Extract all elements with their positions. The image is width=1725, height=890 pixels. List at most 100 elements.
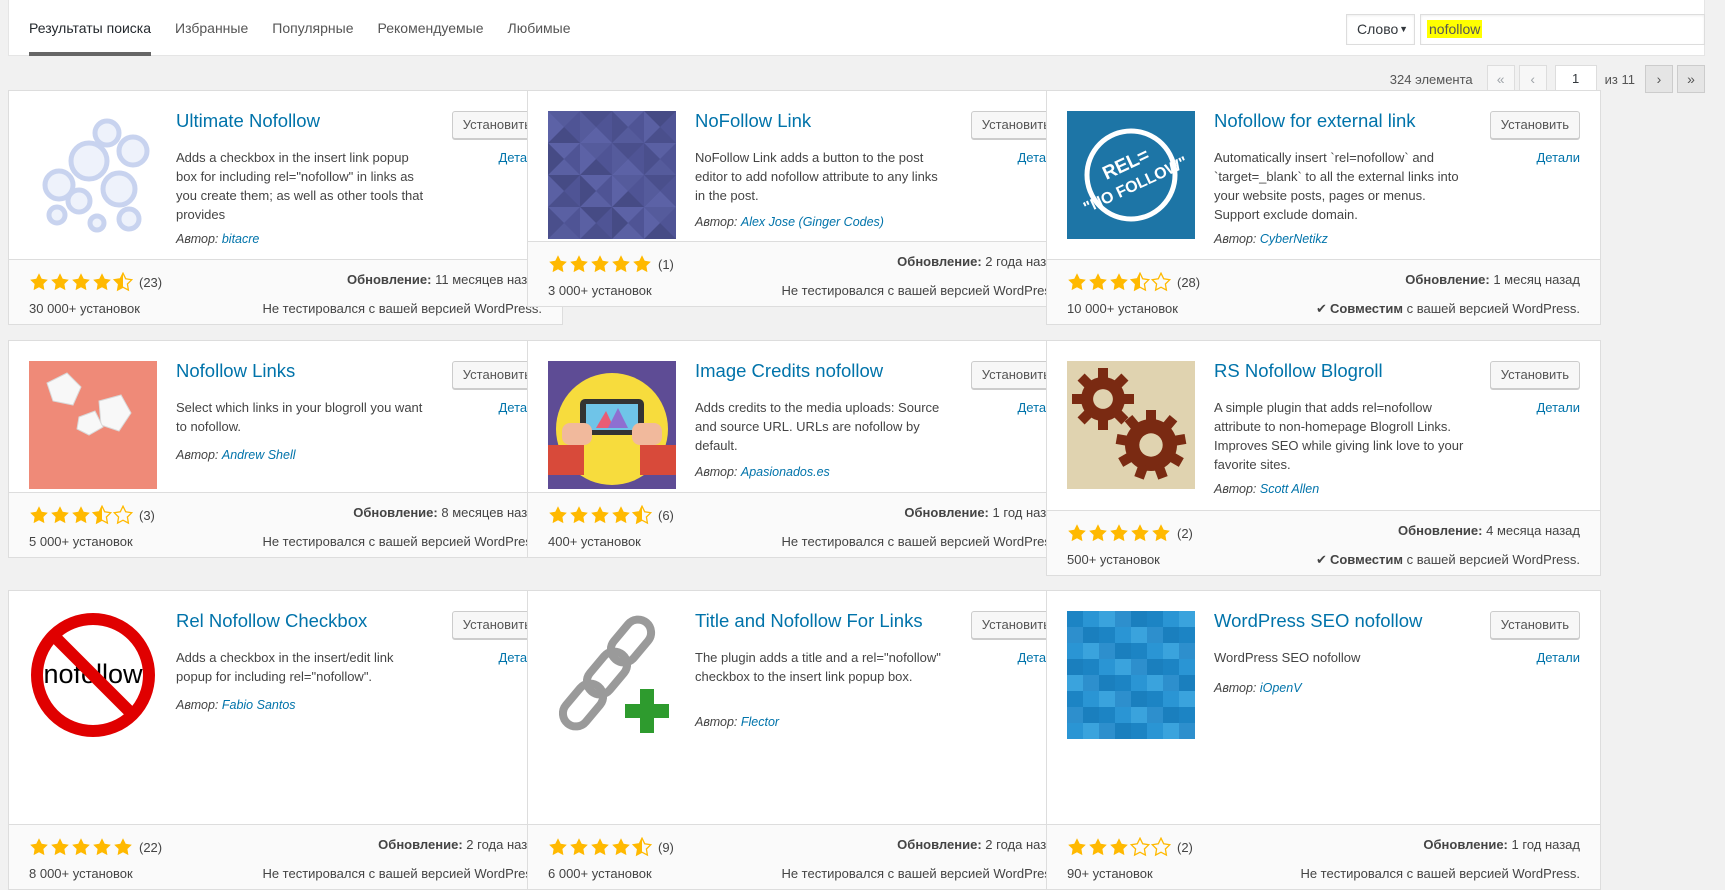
updated-value: 11 месяцев назад	[435, 272, 542, 287]
blue-tiles-icon[interactable]	[1067, 611, 1195, 739]
author-link[interactable]: bitacre	[222, 232, 260, 246]
plugin-author: Автор: Andrew Shell	[176, 448, 296, 462]
plugin-title[interactable]: Rel Nofollow Checkbox	[176, 609, 406, 633]
tab-popular[interactable]: Популярные	[272, 0, 353, 56]
last-updated: Обновление: 2 года назад	[378, 837, 542, 852]
compatible-rest: с вашей версией WordPress.	[1406, 552, 1580, 567]
last-page-button[interactable]: »	[1677, 65, 1705, 93]
rating-stars	[548, 254, 653, 274]
author-prefix: Автор:	[176, 448, 219, 462]
last-updated: Обновление: 1 месяц назад	[1405, 272, 1580, 287]
plugin-rating: (2)	[1067, 523, 1193, 543]
tab-recommended[interactable]: Рекомендуемые	[378, 0, 484, 56]
plugin-card: WordPress SEO nofollow Установить Детали…	[1046, 590, 1601, 890]
author-link[interactable]: Andrew Shell	[222, 448, 296, 462]
details-link[interactable]: Детали	[1537, 400, 1581, 415]
active-installs: 400+ установок	[548, 534, 641, 549]
plugin-card: nofollow Rel Nofollow Checkbox Установит…	[8, 590, 563, 890]
star-full-icon	[1068, 838, 1086, 856]
crumpled-paper-icon[interactable]	[29, 361, 157, 489]
plugin-rating: (28)	[1067, 272, 1200, 292]
author-link[interactable]: Scott Allen	[1260, 482, 1319, 496]
plugin-title[interactable]: Nofollow Links	[176, 359, 406, 383]
updated-value: 1 месяц назад	[1493, 272, 1580, 287]
active-installs: 10 000+ установок	[1067, 301, 1178, 316]
geometric-pattern-icon[interactable]	[548, 111, 676, 239]
author-link[interactable]: Apasionados.es	[741, 465, 830, 479]
plugin-title[interactable]: Nofollow for external link	[1214, 109, 1444, 133]
plugin-card: NoFollow Link Установить Детали NoFollow…	[527, 90, 1082, 307]
total-pages-label: из 11	[1604, 71, 1635, 87]
rating-stars	[29, 837, 134, 857]
first-page-button[interactable]: «	[1486, 65, 1515, 93]
tab-favorites[interactable]: Любимые	[508, 0, 571, 56]
author-link[interactable]: Fabio Santos	[222, 698, 296, 712]
details-link[interactable]: Детали	[1537, 150, 1581, 165]
updated-prefix: Обновление:	[378, 837, 463, 852]
no-sign-icon[interactable]: nofollow	[29, 611, 157, 739]
star-full-icon	[1110, 524, 1128, 542]
author-link[interactable]: Flector	[741, 715, 779, 729]
plugin-title[interactable]: Title and Nofollow For Links	[695, 609, 925, 633]
plugin-title[interactable]: Image Credits nofollow	[695, 359, 925, 383]
search-type-select[interactable]: Слово ▼	[1346, 14, 1415, 45]
chain-plus-icon[interactable]	[548, 611, 676, 739]
plugin-title[interactable]: RS Nofollow Blogroll	[1214, 359, 1444, 383]
rating-count: (6)	[658, 507, 674, 523]
plugin-author: Автор: iOpenV	[1214, 681, 1302, 695]
star-half-icon	[632, 837, 652, 857]
rel-nofollow-stamp-icon[interactable]: REL= "NO FOLLOW"	[1067, 111, 1195, 239]
plugin-rating: (1)	[548, 254, 674, 274]
plugin-description: NoFollow Link adds a button to the post …	[695, 150, 938, 203]
tab-search-results[interactable]: Результаты поиска	[29, 0, 152, 56]
dropdown-arrow-icon: ▼	[1399, 24, 1408, 34]
install-button[interactable]: Установить	[1489, 611, 1580, 639]
tab-featured[interactable]: Избранные	[175, 0, 248, 56]
author-link[interactable]: Alex Jose (Ginger Codes)	[741, 215, 884, 229]
author-prefix: Автор:	[695, 215, 738, 229]
author-prefix: Автор:	[1214, 681, 1257, 695]
star-full-icon	[30, 838, 48, 856]
filter-tabs: Результаты поиска Избранные Популярные Р…	[29, 0, 595, 56]
active-installs: 6 000+ установок	[548, 866, 652, 881]
plugin-card: Ultimate Nofollow Установить Детали Adds…	[8, 90, 563, 325]
phone-photo-icon[interactable]	[548, 361, 676, 489]
install-button[interactable]: Установить	[1489, 361, 1580, 389]
updated-prefix: Обновление:	[346, 272, 432, 287]
active-installs: 8 000+ установок	[29, 866, 133, 881]
star-full-icon	[1068, 524, 1086, 542]
star-full-icon	[114, 838, 132, 856]
next-page-button[interactable]: ›	[1645, 65, 1673, 93]
plugin-card: Image Credits nofollow Установить Детали…	[527, 340, 1082, 558]
plugin-title[interactable]: Ultimate Nofollow	[176, 109, 406, 133]
plugin-author: Автор: Alex Jose (Ginger Codes)	[695, 215, 884, 229]
plugin-description: WordPress SEO nofollow	[1214, 650, 1361, 665]
plugin-title[interactable]: WordPress SEO nofollow	[1214, 609, 1444, 633]
search-input[interactable]: nofollow	[1420, 14, 1705, 45]
search-input-value: nofollow	[1427, 20, 1483, 38]
plugin-card-bottom: (23) 30 000+ установок Обновление: 11 ме…	[9, 259, 562, 324]
bubbles-icon[interactable]	[29, 111, 157, 239]
gears-icon[interactable]	[1067, 361, 1195, 489]
plugin-author: Автор: CyberNetikz	[1214, 232, 1328, 246]
author-link[interactable]: iOpenV	[1260, 681, 1302, 695]
rating-count: (28)	[1177, 274, 1201, 290]
details-link[interactable]: Детали	[1537, 650, 1581, 665]
last-updated: Обновление: 8 месяцев назад	[353, 505, 542, 520]
star-full-icon	[591, 838, 609, 856]
last-updated: Обновление: 4 месяца назад	[1398, 523, 1580, 538]
star-full-icon	[570, 506, 588, 524]
author-prefix: Автор:	[695, 715, 738, 729]
plugin-title[interactable]: NoFollow Link	[695, 109, 925, 133]
star-full-icon	[1131, 524, 1149, 542]
star-full-icon	[549, 255, 567, 273]
rating-stars	[1067, 837, 1172, 857]
search-type-value: Слово	[1357, 21, 1399, 37]
prev-page-button[interactable]: ‹	[1518, 65, 1547, 93]
install-button[interactable]: Установить	[1489, 111, 1580, 139]
updated-prefix: Обновление:	[1405, 272, 1490, 287]
author-link[interactable]: CyberNetikz	[1260, 232, 1328, 246]
items-count: 324 элемента	[1389, 71, 1473, 87]
updated-value: 4 месяца назад	[1486, 523, 1580, 538]
current-page-input[interactable]: 1	[1554, 65, 1597, 93]
